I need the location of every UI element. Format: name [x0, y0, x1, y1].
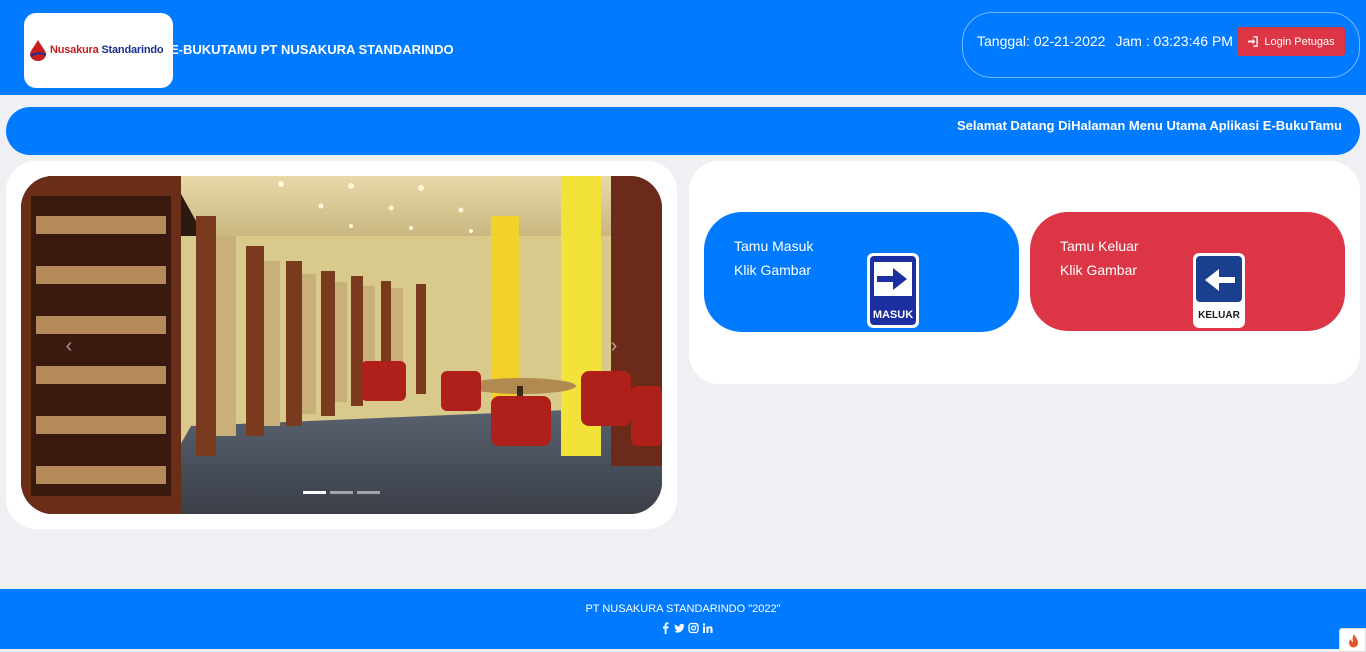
logo-text: Nusakura Standarindo: [50, 44, 164, 56]
tamu-masuk-title: Tamu Masuk: [734, 238, 814, 254]
flame-icon[interactable]: [1339, 628, 1366, 652]
tamu-keluar-hint: Klik Gambar: [1060, 262, 1138, 278]
carousel-indicator-3[interactable]: [357, 491, 380, 494]
linkedin-icon[interactable]: [702, 621, 713, 633]
date-label: Tanggal: 02-21-2022: [977, 33, 1106, 49]
carousel-prev-button[interactable]: ‹: [59, 336, 79, 356]
carousel-next-button[interactable]: ›: [604, 336, 624, 356]
sign-in-icon: [1248, 36, 1259, 47]
app-title: E-BUKUTAMU PT NUSAKURA STANDARINDO: [170, 42, 454, 57]
carousel-indicator-1[interactable]: [303, 491, 326, 494]
tamu-keluar-title: Tamu Keluar: [1060, 238, 1139, 254]
tamu-masuk-hint: Klik Gambar: [734, 262, 812, 278]
welcome-text: Selamat Datang DiHalaman Menu Utama Apli…: [956, 118, 1342, 133]
keluar-sign-icon[interactable]: KELUAR: [1193, 253, 1245, 328]
time-label: Jam : 03:23:46 PM: [1115, 33, 1233, 49]
carousel-card: ‹ ›: [6, 161, 677, 529]
carousel-indicator-2[interactable]: [330, 491, 353, 494]
company-logo[interactable]: Nusakura Standarindo: [24, 13, 173, 88]
masuk-sign-icon[interactable]: MASUK: [867, 253, 919, 328]
keluar-sign-text: KELUAR: [1198, 310, 1240, 321]
tamu-masuk-button[interactable]: Tamu Masuk Klik Gambar MASUK: [704, 212, 1019, 332]
carousel-indicators: [303, 491, 380, 494]
header: Nusakura Standarindo E-BUKUTAMU PT NUSAK…: [0, 0, 1366, 95]
masuk-sign-text: MASUK: [873, 309, 913, 321]
library-image: [21, 176, 662, 514]
footer: PT NUSAKURA STANDARINDO "2022": [0, 589, 1366, 649]
twitter-icon[interactable]: [674, 621, 685, 633]
drop-icon: [30, 40, 47, 61]
tamu-masuk-label: Tamu Masuk Klik Gambar: [734, 234, 813, 282]
instagram-icon[interactable]: [688, 621, 699, 634]
image-carousel[interactable]: ‹ ›: [21, 176, 662, 514]
welcome-marquee: Selamat Datang DiHalaman Menu Utama Apli…: [6, 107, 1360, 155]
datetime-text: Tanggal: 02-21-2022 Jam : 03:23:46 PM: [977, 33, 1243, 49]
tamu-keluar-button[interactable]: Tamu Keluar Klik Gambar KELUAR: [1030, 212, 1345, 331]
footer-copyright: PT NUSAKURA STANDARINDO "2022": [585, 603, 781, 615]
tamu-keluar-label: Tamu Keluar Klik Gambar: [1060, 234, 1139, 282]
facebook-icon[interactable]: [660, 621, 671, 634]
action-card: Tamu Masuk Klik Gambar MASUK Tamu Keluar…: [689, 161, 1360, 384]
login-button[interactable]: Login Petugas: [1237, 27, 1345, 56]
login-button-label: Login Petugas: [1264, 35, 1335, 48]
social-links: [660, 621, 713, 634]
